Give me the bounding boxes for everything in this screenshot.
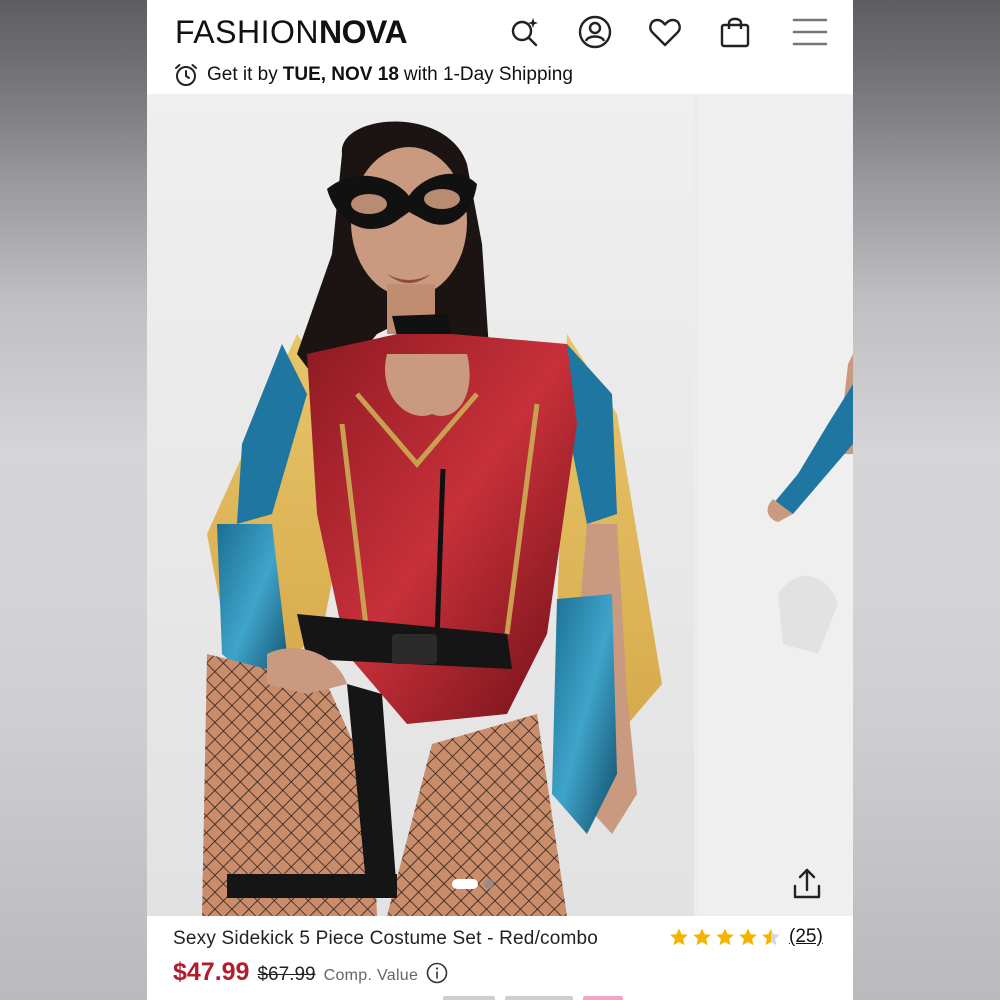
price-row: $47.99 $67.99 Comp. Value xyxy=(173,958,448,987)
star-full-icon xyxy=(670,928,688,946)
star-half-icon xyxy=(762,928,780,946)
gallery-dot[interactable] xyxy=(484,879,494,889)
product-image-main[interactable] xyxy=(147,94,694,916)
shipping-date: TUE, NOV 18 xyxy=(282,64,399,85)
brand-logo[interactable]: FASHIONNOVA xyxy=(175,12,408,52)
swatch-peek[interactable] xyxy=(443,996,495,1000)
sale-price: $47.99 xyxy=(173,958,250,986)
star-full-icon xyxy=(693,928,711,946)
left-backdrop xyxy=(0,0,147,1000)
product-image-gallery[interactable] xyxy=(147,94,853,916)
share-icon[interactable] xyxy=(787,864,827,904)
shipping-suffix: with 1-Day Shipping xyxy=(403,64,573,85)
comp-value-label: Comp. Value xyxy=(323,967,419,984)
star-full-icon xyxy=(739,928,757,946)
original-price: $67.99 xyxy=(257,964,316,985)
gallery-dot-active[interactable] xyxy=(452,879,478,889)
logo-text-bold: NOVA xyxy=(318,14,408,50)
menu-icon[interactable] xyxy=(790,12,830,52)
site-header: FASHIONNOVA Get it by TUE, NOV 18 with 1… xyxy=(147,0,853,94)
logo-text-light: FASHION xyxy=(175,14,319,50)
swatch-peek[interactable] xyxy=(583,996,623,1000)
product-rating[interactable]: (25) xyxy=(669,926,823,948)
bag-icon[interactable] xyxy=(715,12,755,52)
star-full-icon xyxy=(716,928,734,946)
alarm-clock-icon xyxy=(175,64,197,86)
shipping-prefix: Get it by xyxy=(207,64,278,85)
search-sparkle-icon[interactable] xyxy=(505,12,545,52)
right-backdrop xyxy=(853,0,1000,1000)
gallery-pagination xyxy=(452,879,494,889)
review-count-link[interactable]: (25) xyxy=(789,926,823,948)
account-icon[interactable] xyxy=(575,12,615,52)
product-image-next[interactable] xyxy=(698,94,853,916)
info-icon[interactable] xyxy=(426,962,448,984)
product-title: Sexy Sidekick 5 Piece Costume Set - Red/… xyxy=(173,928,599,949)
swatch-peek[interactable] xyxy=(505,996,573,1000)
heart-icon[interactable] xyxy=(645,12,685,52)
shipping-banner: Get it by TUE, NOV 18 with 1-Day Shippin… xyxy=(173,61,573,89)
product-page: FASHIONNOVA Get it by TUE, NOV 18 with 1… xyxy=(147,0,853,1000)
rating-stars xyxy=(669,927,781,947)
